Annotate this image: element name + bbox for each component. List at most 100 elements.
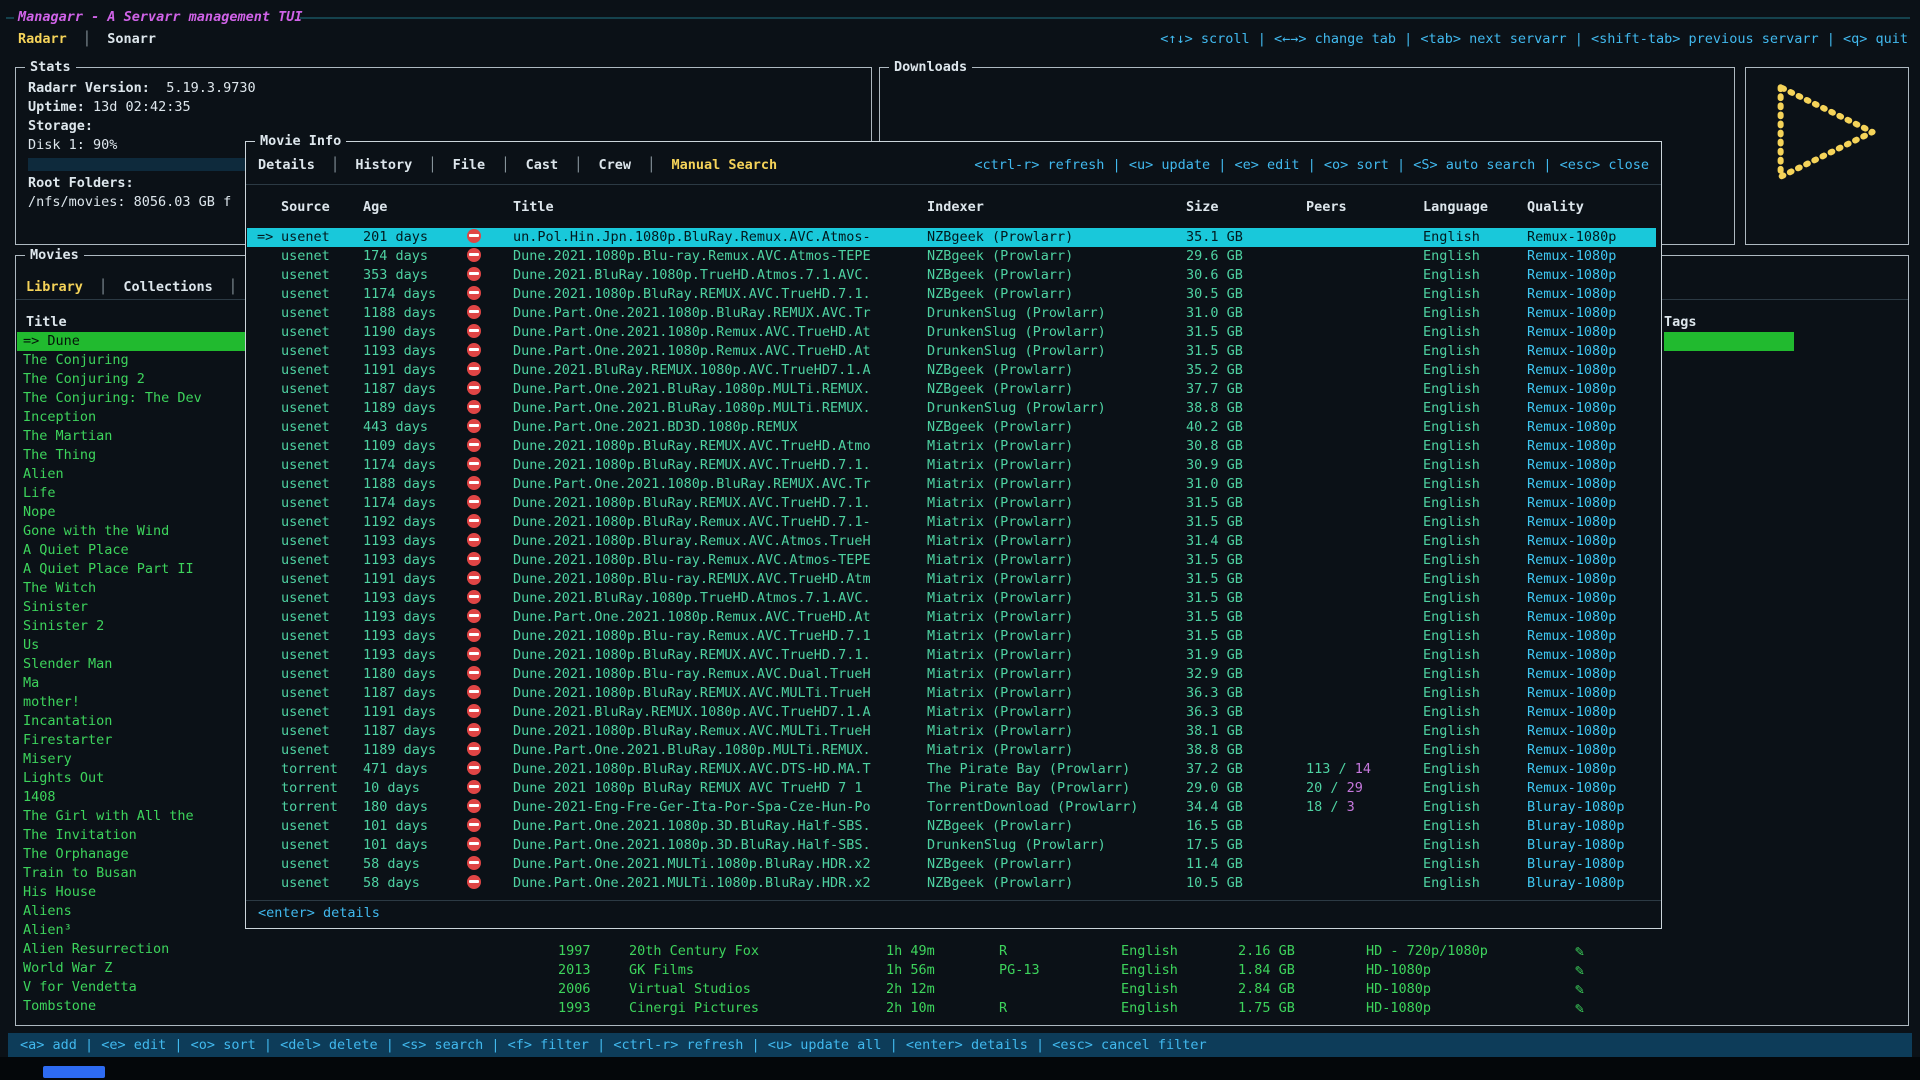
movie-table-row[interactable]: 1993 Cinergi Pictures 2h 10m R English 1…: [558, 999, 1648, 1018]
result-source: usenet: [281, 855, 363, 874]
movie-list-item[interactable]: The Orphanage: [17, 845, 245, 864]
movie-list-item[interactable]: Alien³: [17, 921, 245, 940]
movie-list-item[interactable]: The Witch: [17, 579, 245, 598]
search-result-row[interactable]: usenet 1191 days Dune.2021.BluRay.REMUX.…: [247, 703, 1656, 722]
movie-list-item[interactable]: Alien Resurrection: [17, 940, 245, 959]
movie-list-item[interactable]: V for Vendetta: [17, 978, 245, 997]
movie-list-item[interactable]: Lights Out: [17, 769, 245, 788]
search-result-row[interactable]: usenet 1174 days Dune.2021.1080p.BluRay.…: [247, 456, 1656, 475]
search-result-row[interactable]: usenet 1188 days Dune.Part.One.2021.1080…: [247, 304, 1656, 323]
app-title: Managarr - A Servarr management TUI: [18, 9, 302, 25]
movie-list-item[interactable]: => Dune: [17, 332, 245, 351]
movie-title: World War Z: [23, 960, 112, 976]
tab-cast[interactable]: Cast: [526, 157, 559, 173]
search-result-row[interactable]: => usenet 201 days un.Pol.Hin.Jpn.1080p.…: [247, 228, 1656, 247]
tab-crew[interactable]: Crew: [599, 157, 632, 173]
search-result-row[interactable]: usenet 1180 days Dune.2021.1080p.Blu-ray…: [247, 665, 1656, 684]
search-result-row[interactable]: usenet 1193 days Dune.Part.One.2021.1080…: [247, 342, 1656, 361]
search-result-row[interactable]: torrent 10 days Dune 2021 1080p BluRay R…: [247, 779, 1656, 798]
movie-list-item[interactable]: The Thing: [17, 446, 245, 465]
search-result-row[interactable]: usenet 1187 days Dune.2021.1080p.BluRay.…: [247, 722, 1656, 741]
movie-list-item[interactable]: His House: [17, 883, 245, 902]
search-result-row[interactable]: usenet 1193 days Dune.Part.One.2021.1080…: [247, 608, 1656, 627]
search-result-row[interactable]: usenet 1109 days Dune.2021.1080p.BluRay.…: [247, 437, 1656, 456]
search-result-row[interactable]: torrent 180 days Dune-2021-Eng-Fre-Ger-I…: [247, 798, 1656, 817]
tab-manual-search[interactable]: Manual Search: [671, 157, 777, 173]
movie-list-item[interactable]: The Invitation: [17, 826, 245, 845]
search-result-row[interactable]: usenet 1190 days Dune.Part.One.2021.1080…: [247, 323, 1656, 342]
header-rejected: [467, 198, 513, 217]
movie-list-item[interactable]: Us: [17, 636, 245, 655]
movie-list-item[interactable]: The Martian: [17, 427, 245, 446]
movie-list-item[interactable]: Tombstone: [17, 997, 245, 1016]
movie-table-row[interactable]: 2013 GK Films 1h 56m PG-13 English 1.84 …: [558, 961, 1648, 980]
tab-sonarr[interactable]: Sonarr: [107, 31, 156, 47]
movie-list-item[interactable]: A Quiet Place: [17, 541, 245, 560]
search-result-row[interactable]: usenet 1193 days Dune.2021.1080p.Blu-ray…: [247, 627, 1656, 646]
movie-list-item[interactable]: The Girl with All the: [17, 807, 245, 826]
search-result-row[interactable]: usenet 101 days Dune.Part.One.2021.1080p…: [247, 836, 1656, 855]
tab-file[interactable]: File: [453, 157, 486, 173]
movie-list-item[interactable]: Train to Busan: [17, 864, 245, 883]
search-result-row[interactable]: usenet 443 days Dune.Part.One.2021.BD3D.…: [247, 418, 1656, 437]
managarr-screen: Managarr - A Servarr management TUI Rada…: [0, 0, 1920, 1080]
result-language: English: [1423, 304, 1527, 323]
movie-language: English: [1121, 980, 1238, 999]
movie-list-item[interactable]: Gone with the Wind: [17, 522, 245, 541]
search-result-row[interactable]: usenet 1193 days Dune.2021.BluRay.1080p.…: [247, 589, 1656, 608]
search-result-row[interactable]: usenet 101 days Dune.Part.One.2021.1080p…: [247, 817, 1656, 836]
tab-radarr[interactable]: Radarr: [18, 31, 67, 47]
movie-list-item[interactable]: mother!: [17, 693, 245, 712]
movie-list-item[interactable]: Ma: [17, 674, 245, 693]
tab-library[interactable]: Library: [26, 279, 83, 295]
movie-list-item[interactable]: Aliens: [17, 902, 245, 921]
tab-history[interactable]: History: [355, 157, 412, 173]
search-result-row[interactable]: usenet 1187 days Dune.Part.One.2021.BluR…: [247, 380, 1656, 399]
movie-table-row[interactable]: 2006 Virtual Studios 2h 12m English 2.84…: [558, 980, 1648, 999]
movie-list-item[interactable]: Inception: [17, 408, 245, 427]
movie-list-item[interactable]: Sinister: [17, 598, 245, 617]
search-result-row[interactable]: usenet 1174 days Dune.2021.1080p.BluRay.…: [247, 285, 1656, 304]
search-result-row[interactable]: usenet 1193 days Dune.2021.1080p.Bluray.…: [247, 532, 1656, 551]
movie-list-item[interactable]: Slender Man: [17, 655, 245, 674]
modal-title: Movie Info: [255, 132, 346, 151]
movie-list-item[interactable]: The Conjuring: The Dev: [17, 389, 245, 408]
search-result-row[interactable]: usenet 1189 days Dune.Part.One.2021.BluR…: [247, 741, 1656, 760]
tab-details[interactable]: Details: [258, 157, 315, 173]
movie-list-item[interactable]: Alien: [17, 465, 245, 484]
search-result-row[interactable]: usenet 353 days Dune.2021.BluRay.1080p.T…: [247, 266, 1656, 285]
search-result-row[interactable]: usenet 58 days Dune.Part.One.2021.MULTi.…: [247, 874, 1656, 893]
search-result-row[interactable]: usenet 1192 days Dune.2021.1080p.BluRay.…: [247, 513, 1656, 532]
selected-arrow: [257, 589, 281, 608]
search-result-row[interactable]: usenet 174 days Dune.2021.1080p.Blu-ray.…: [247, 247, 1656, 266]
search-result-row[interactable]: usenet 1187 days Dune.2021.1080p.BluRay.…: [247, 684, 1656, 703]
result-age: 101 days: [363, 817, 467, 836]
search-result-row[interactable]: usenet 58 days Dune.Part.One.2021.MULTi.…: [247, 855, 1656, 874]
movie-list-item[interactable]: Incantation: [17, 712, 245, 731]
search-result-row[interactable]: usenet 1191 days Dune.2021.1080p.Blu-ray…: [247, 570, 1656, 589]
search-result-row[interactable]: usenet 1191 days Dune.2021.BluRay.REMUX.…: [247, 361, 1656, 380]
result-language: English: [1423, 684, 1527, 703]
movie-list-item[interactable]: A Quiet Place Part II: [17, 560, 245, 579]
tab-collections[interactable]: Collections: [123, 279, 212, 295]
movie-runtime: 1h 49m: [886, 942, 999, 961]
movie-list-item[interactable]: Life: [17, 484, 245, 503]
movie-list-item[interactable]: Sinister 2: [17, 617, 245, 636]
result-title: Dune.2021.1080p.BluRay.REMUX.AVC.TrueHD.…: [513, 646, 927, 665]
movie-list-item[interactable]: The Conjuring: [17, 351, 245, 370]
movie-studio: Cinergi Pictures: [629, 999, 886, 1018]
movie-list-item[interactable]: The Conjuring 2: [17, 370, 245, 389]
search-result-row[interactable]: usenet 1188 days Dune.Part.One.2021.1080…: [247, 475, 1656, 494]
search-result-row[interactable]: torrent 471 days Dune.2021.1080p.BluRay.…: [247, 760, 1656, 779]
movie-list-item[interactable]: Misery: [17, 750, 245, 769]
movie-list-item[interactable]: Firestarter: [17, 731, 245, 750]
result-language: English: [1423, 418, 1527, 437]
movie-list-item[interactable]: 1408: [17, 788, 245, 807]
search-result-row[interactable]: usenet 1193 days Dune.2021.1080p.Blu-ray…: [247, 551, 1656, 570]
search-result-row[interactable]: usenet 1174 days Dune.2021.1080p.BluRay.…: [247, 494, 1656, 513]
movie-list-item[interactable]: Nope: [17, 503, 245, 522]
movie-table-row[interactable]: 1997 20th Century Fox 1h 49m R English 2…: [558, 942, 1648, 961]
search-result-row[interactable]: usenet 1189 days Dune.Part.One.2021.BluR…: [247, 399, 1656, 418]
search-result-row[interactable]: usenet 1193 days Dune.2021.1080p.BluRay.…: [247, 646, 1656, 665]
movie-list-item[interactable]: World War Z: [17, 959, 245, 978]
